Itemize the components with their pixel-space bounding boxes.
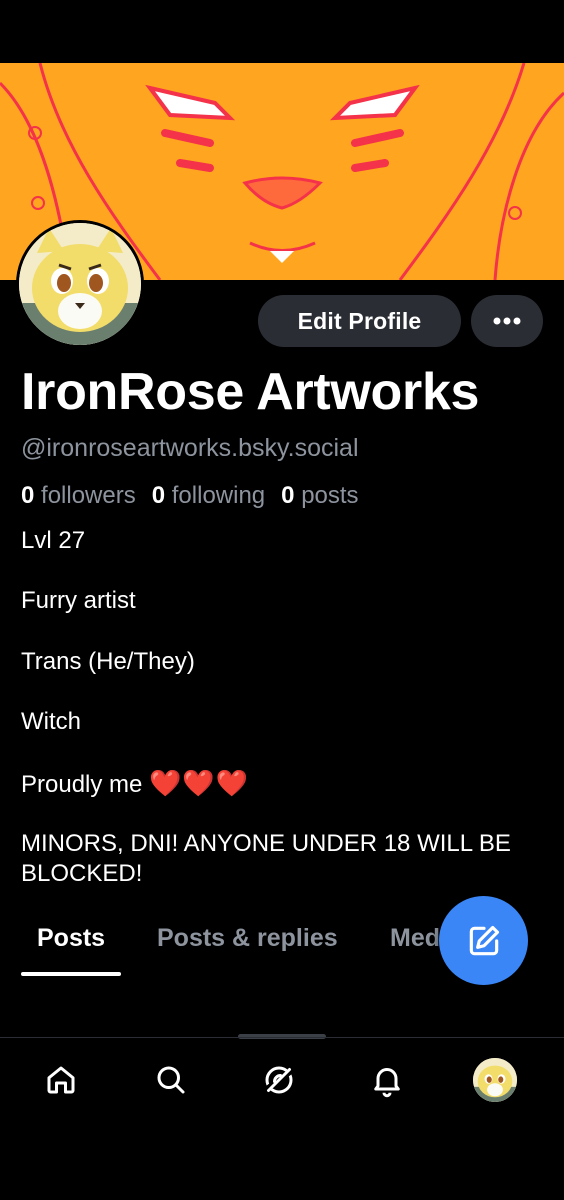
profile-handle: @ironroseartworks.bsky.social <box>21 434 359 462</box>
bio-line-pronouns: Trans (He/They) <box>21 648 195 675</box>
home-icon <box>47 1066 75 1094</box>
bio-line-proud: Proudly me ❤️❤️❤️ <box>21 768 249 799</box>
bio-proud-text: Proudly me <box>21 771 143 798</box>
hearts-emoji: ❤️❤️❤️ <box>149 768 250 798</box>
tab-media[interactable]: Med <box>390 924 440 953</box>
feeds-icon <box>265 1066 293 1094</box>
bio-line-warning-1: MINORS, DNI! ANYONE UNDER 18 WILL BE <box>21 830 511 857</box>
avatar-thumbnail <box>473 1058 517 1102</box>
profile-stats: 0 followers 0 following 0 posts <box>21 482 359 510</box>
nav-profile[interactable] <box>467 1052 523 1108</box>
ellipsis-icon <box>493 317 521 325</box>
following-link[interactable]: 0 following <box>152 482 265 509</box>
tab-posts[interactable]: Posts <box>37 924 105 953</box>
profile-avatar[interactable] <box>16 220 144 348</box>
avatar-image <box>19 223 141 345</box>
more-options-button[interactable] <box>471 295 543 347</box>
bio-line-witch: Witch <box>21 708 81 735</box>
edit-profile-label: Edit Profile <box>297 307 422 334</box>
followers-link[interactable]: 0 followers <box>21 482 136 509</box>
active-tab-indicator <box>21 972 121 976</box>
compose-button[interactable] <box>439 896 528 985</box>
nav-home[interactable] <box>33 1052 89 1108</box>
search-icon <box>157 1066 185 1094</box>
bottom-nav <box>0 1038 564 1118</box>
posts-stat: 0 posts <box>281 482 358 509</box>
following-count: 0 <box>151 482 166 509</box>
display-name: IronRose Artworks <box>21 363 480 421</box>
followers-label: followers <box>41 482 136 509</box>
edit-profile-button[interactable]: Edit Profile <box>258 295 461 347</box>
posts-label: posts <box>301 482 359 509</box>
nav-search[interactable] <box>143 1052 199 1108</box>
notifications-icon <box>374 1068 400 1098</box>
tab-posts-and-replies[interactable]: Posts & replies <box>157 924 338 953</box>
compose-icon <box>469 925 499 955</box>
following-label: following <box>171 482 266 509</box>
posts-count: 0 <box>281 482 295 509</box>
bio-line-level: Lvl 27 <box>21 527 86 554</box>
followers-count: 0 <box>21 482 35 509</box>
profile-avatar-small <box>473 1058 517 1102</box>
nav-feeds[interactable] <box>251 1052 307 1108</box>
bio-line-artist: Furry artist <box>21 587 136 614</box>
bio-line-warning-2: BLOCKED! <box>21 860 143 887</box>
nav-notifications[interactable] <box>359 1052 415 1108</box>
